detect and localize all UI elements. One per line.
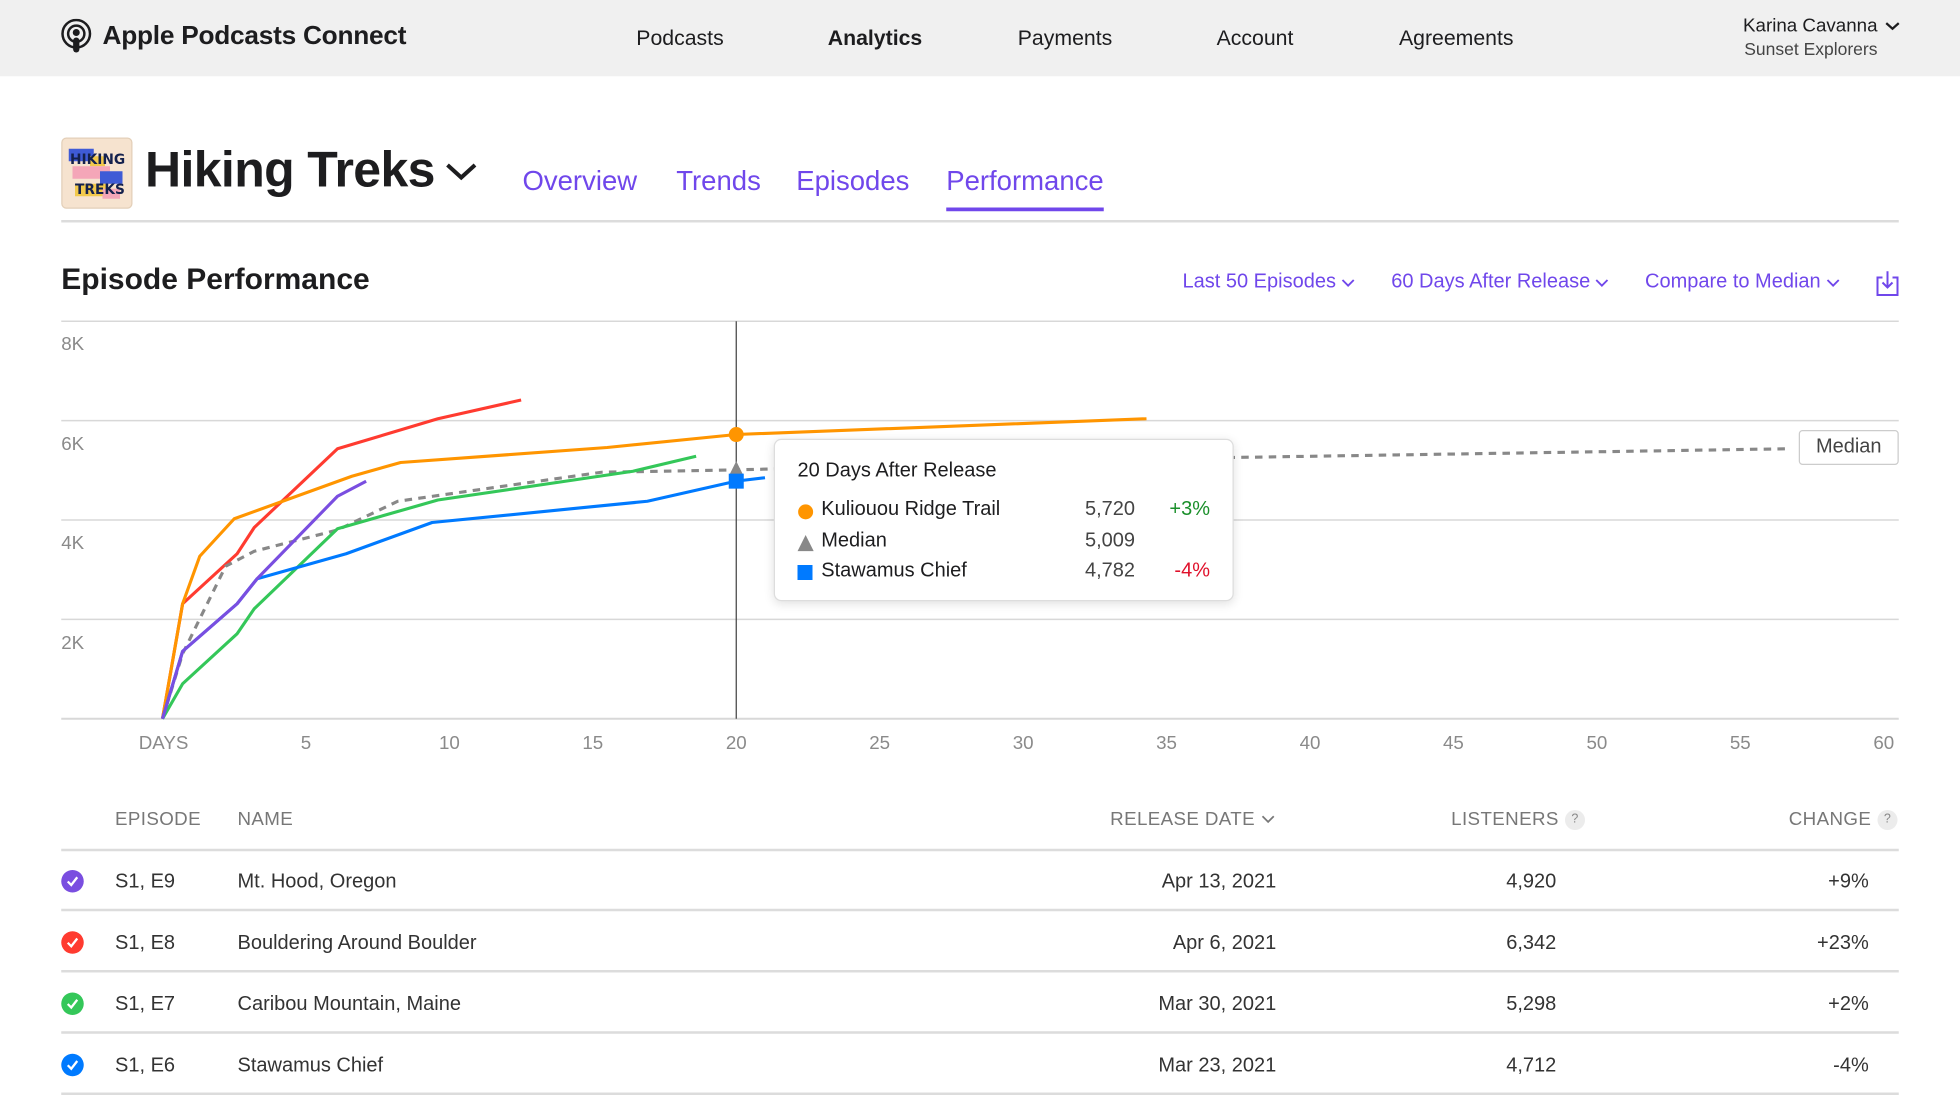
release-date-header-label: RELEASE DATE bbox=[1110, 808, 1255, 830]
x-tick-label: 10 bbox=[438, 732, 460, 754]
tooltip-value: 5,720 bbox=[1084, 498, 1135, 520]
tooltip-label: Stawamus Chief bbox=[821, 560, 967, 582]
series-line-caribou-mountain-maine bbox=[161, 454, 697, 720]
tooltip-change: -4% bbox=[1174, 560, 1210, 582]
column-header-change[interactable]: CHANGE ? bbox=[1789, 809, 1898, 830]
help-icon[interactable]: ? bbox=[1877, 809, 1898, 830]
orange-point-marker bbox=[728, 427, 744, 443]
row-divider bbox=[61, 1092, 1899, 1095]
checkmark-icon bbox=[66, 999, 79, 1010]
episode-number: S1, E8 bbox=[115, 932, 176, 954]
column-header-episode[interactable]: EPISODE bbox=[115, 809, 201, 830]
release-date: Apr 6, 2021 bbox=[1172, 932, 1277, 954]
table-row[interactable]: S1, E9 Mt. Hood, Oregon Apr 13, 2021 4,9… bbox=[61, 851, 1899, 912]
tooltip-label: Median bbox=[821, 530, 887, 552]
tooltip-title: 20 Days After Release bbox=[797, 460, 997, 482]
table-row[interactable]: S1, E8 Bouldering Around Boulder Apr 6, … bbox=[61, 913, 1899, 973]
triangle-marker-icon bbox=[797, 535, 814, 552]
y-tick-label: 4K bbox=[61, 532, 85, 554]
column-header-name[interactable]: NAME bbox=[238, 809, 294, 830]
circle-marker-icon bbox=[798, 504, 814, 520]
tooltip-row: Kuliouou Ridge Trail 5,720 +3% bbox=[798, 498, 1210, 524]
episode-name[interactable]: Mt. Hood, Oregon bbox=[238, 871, 397, 894]
row-divider bbox=[61, 970, 1899, 973]
checkmark-icon bbox=[66, 1060, 79, 1071]
tooltip-row: Stawamus Chief 4,782 -4% bbox=[797, 560, 1210, 585]
tooltip-change: +3% bbox=[1169, 498, 1210, 520]
episode-number: S1, E9 bbox=[115, 871, 176, 893]
median-line-label: Median bbox=[1798, 430, 1899, 465]
help-icon[interactable]: ? bbox=[1565, 809, 1585, 830]
page: Apple Podcasts Connect Podcasts Analytic… bbox=[0, 0, 1960, 1103]
x-tick-label: 5 bbox=[300, 732, 312, 754]
tooltip-value: 4,782 bbox=[1084, 560, 1135, 582]
selected-checkbox[interactable] bbox=[61, 870, 84, 893]
release-date: Apr 13, 2021 bbox=[1161, 871, 1277, 893]
tooltip-value: 5,009 bbox=[1084, 530, 1135, 552]
change-percent: +9% bbox=[1828, 871, 1869, 893]
x-tick-label: 40 bbox=[1299, 732, 1321, 754]
x-tick-label: 55 bbox=[1729, 732, 1751, 754]
change-percent: +2% bbox=[1828, 993, 1869, 1015]
x-tick-label: 50 bbox=[1586, 732, 1608, 754]
sort-chevron-down-icon bbox=[1261, 815, 1275, 824]
selected-checkbox[interactable] bbox=[61, 1053, 84, 1077]
listeners-count: 6,342 bbox=[1506, 932, 1557, 954]
row-divider bbox=[61, 908, 1899, 912]
listeners-count: 4,920 bbox=[1506, 871, 1557, 893]
x-tick-label: 25 bbox=[869, 732, 891, 754]
tooltip-label: Kuliouou Ridge Trail bbox=[821, 498, 1001, 520]
performance-chart bbox=[61, 320, 1899, 720]
row-divider bbox=[61, 1031, 1899, 1034]
blue-point-marker bbox=[728, 473, 744, 489]
y-tick-label: 6K bbox=[61, 433, 85, 455]
y-tick-label: 8K bbox=[61, 333, 85, 355]
listeners-header-label: LISTENERS bbox=[1451, 808, 1559, 830]
table-row[interactable]: S1, E6 Stawamus Chief Mar 23, 2021 4,712… bbox=[61, 1035, 1899, 1095]
listeners-count: 5,298 bbox=[1506, 993, 1557, 1015]
chart-tooltip: 20 Days After Release Kuliouou Ridge Tra… bbox=[773, 438, 1234, 602]
x-tick-label: 60 bbox=[1873, 732, 1895, 754]
series-line-bouldering-around-boulder bbox=[160, 398, 522, 720]
column-header-listeners[interactable]: LISTENERS ? bbox=[1451, 809, 1585, 830]
change-percent: +23% bbox=[1817, 932, 1869, 954]
checkmark-icon bbox=[66, 876, 79, 887]
selected-checkbox[interactable] bbox=[61, 992, 84, 1015]
checkmark-icon bbox=[66, 937, 79, 948]
column-header-release-date[interactable]: RELEASE DATE bbox=[1110, 809, 1275, 830]
listeners-count: 4,712 bbox=[1506, 1055, 1557, 1077]
y-tick-label: 2K bbox=[61, 631, 85, 654]
x-tick-label: DAYS bbox=[138, 732, 189, 754]
tooltip-row: Median 5,009 bbox=[797, 530, 1211, 555]
x-tick-label: 35 bbox=[1156, 732, 1177, 754]
x-tick-label: 15 bbox=[582, 732, 604, 754]
episode-name[interactable]: Caribou Mountain, Maine bbox=[238, 994, 461, 1017]
change-header-label: CHANGE bbox=[1788, 808, 1872, 830]
square-marker-icon bbox=[797, 565, 813, 580]
release-date: Mar 23, 2021 bbox=[1158, 1055, 1277, 1077]
x-tick-label: 20 bbox=[725, 732, 747, 754]
change-percent: -4% bbox=[1833, 1055, 1869, 1077]
release-date: Mar 30, 2021 bbox=[1158, 993, 1277, 1015]
episode-number: S1, E7 bbox=[115, 993, 176, 1015]
table-row[interactable]: S1, E7 Caribou Mountain, Maine Mar 30, 2… bbox=[61, 974, 1899, 1034]
episode-name[interactable]: Stawamus Chief bbox=[238, 1055, 384, 1078]
episode-number: S1, E6 bbox=[115, 1055, 176, 1077]
selected-checkbox[interactable] bbox=[61, 931, 84, 954]
x-tick-label: 45 bbox=[1443, 732, 1464, 754]
episode-name[interactable]: Bouldering Around Boulder bbox=[238, 933, 477, 956]
x-tick-label: 30 bbox=[1012, 732, 1034, 754]
series-line-stawamus-chief bbox=[161, 476, 766, 720]
